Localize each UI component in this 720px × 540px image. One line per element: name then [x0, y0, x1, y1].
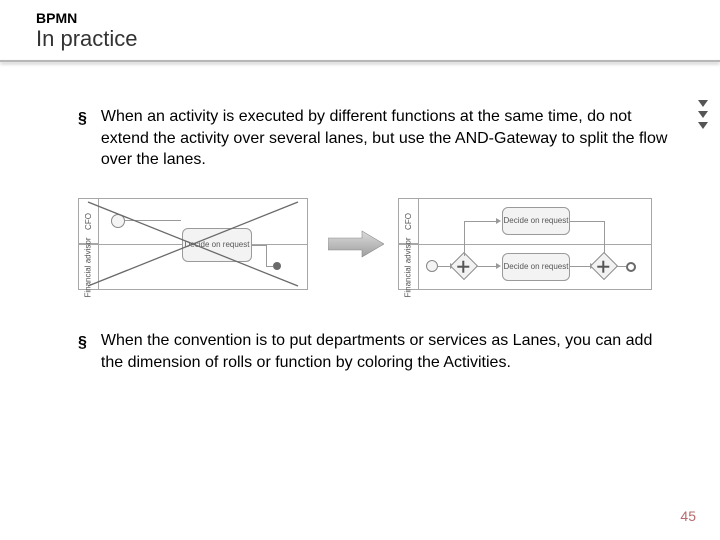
decorative-triangles	[698, 100, 708, 129]
end-event-icon	[626, 262, 636, 272]
lane-label: CFO	[404, 213, 413, 230]
sequence-flow	[570, 266, 592, 267]
arrowhead-icon	[496, 218, 501, 224]
lane-header: Financial advisor	[78, 244, 98, 290]
diagram-row: CFO Financial advisor Decide on request	[78, 196, 664, 292]
task-label: Decide on request	[185, 241, 250, 250]
task-box: Decide on request	[502, 253, 570, 281]
triangle-icon	[698, 100, 708, 107]
sequence-flow	[125, 220, 181, 221]
task-label: Decide on request	[504, 217, 569, 225]
correct-diagram: CFO Financial advisor Decide on request …	[398, 198, 652, 290]
task-box: Decide on request	[502, 207, 570, 235]
sequence-flow	[570, 221, 604, 222]
slide: BPMN In practice § When an activity is e…	[0, 0, 720, 540]
content-area-2: § When the convention is to put departme…	[78, 330, 668, 373]
header-divider	[0, 60, 720, 62]
sequence-flow	[476, 266, 498, 267]
content-area: § When an activity is executed by differ…	[78, 106, 668, 171]
bullet-item: § When an activity is executed by differ…	[78, 106, 668, 171]
sequence-flow	[604, 221, 605, 256]
sequence-flow	[266, 266, 273, 267]
sequence-flow	[252, 245, 266, 246]
wrong-diagram: CFO Financial advisor Decide on request	[78, 198, 308, 290]
task-box: Decide on request	[182, 228, 252, 262]
arrowhead-icon	[496, 263, 501, 269]
transition-arrow-icon	[328, 229, 384, 259]
start-event-icon	[111, 214, 125, 228]
slide-header-small: BPMN	[36, 10, 720, 26]
slide-header: BPMN In practice	[0, 0, 720, 52]
task-label: Decide on request	[504, 263, 569, 271]
lane-label: Financial advisor	[84, 237, 93, 297]
bullet-text: When an activity is executed by differen…	[101, 106, 668, 171]
sequence-flow	[464, 221, 465, 256]
page-number: 45	[680, 508, 696, 524]
sequence-flow	[266, 245, 267, 266]
triangle-icon	[698, 111, 708, 118]
sequence-flow	[616, 266, 626, 267]
lane-label: CFO	[84, 213, 93, 230]
triangle-icon	[698, 122, 708, 129]
sequence-flow	[464, 221, 498, 222]
lane-header: Financial advisor	[398, 244, 418, 290]
bullet-marker: §	[78, 108, 87, 171]
bullet-marker: §	[78, 332, 87, 373]
bullet-text: When the convention is to put department…	[101, 330, 668, 373]
start-event-icon	[426, 260, 438, 272]
slide-title: In practice	[36, 26, 720, 52]
lane-label: Financial advisor	[404, 237, 413, 297]
bullet-item: § When the convention is to put departme…	[78, 330, 668, 373]
end-event-icon	[273, 262, 281, 270]
